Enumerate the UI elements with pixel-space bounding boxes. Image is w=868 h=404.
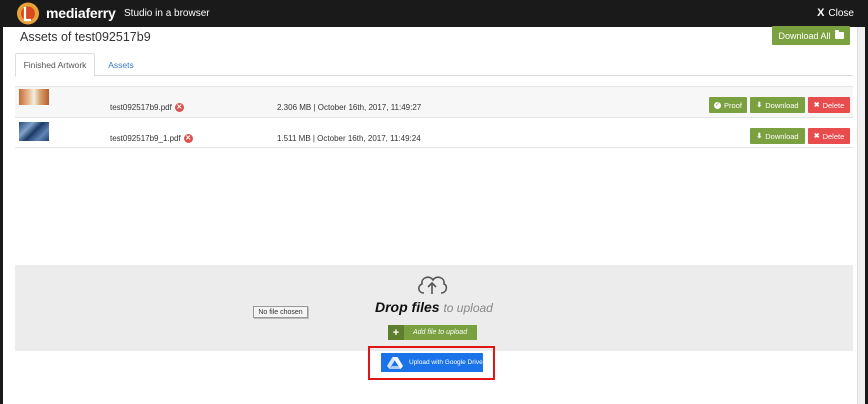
- delete-button[interactable]: ✖ Delete: [808, 97, 850, 113]
- download-label: Download: [765, 100, 799, 110]
- download-all-label: Download All: [778, 30, 831, 41]
- plus-icon: +: [388, 325, 404, 340]
- file-name: test092517b9.pdf ✕: [110, 103, 184, 112]
- mediaferry-logo-icon: [17, 2, 39, 25]
- folder-icon: [834, 30, 844, 39]
- delete-label: Delete: [822, 100, 845, 110]
- frame-left: [0, 27, 3, 404]
- close-icon: X: [817, 7, 825, 19]
- tab-finished-artwork[interactable]: Finished Artwork: [15, 53, 95, 77]
- drop-files-strong: Drop files: [375, 299, 440, 315]
- page-title: Assets of test092517b9: [20, 30, 151, 44]
- scrollbar-track[interactable]: [857, 27, 865, 404]
- proof-label: Proof: [724, 100, 742, 110]
- check-circle-icon: ✓: [714, 101, 722, 109]
- download-icon: ⬇: [756, 133, 763, 140]
- add-file-button[interactable]: + Add file to upload: [388, 325, 477, 340]
- download-all-button[interactable]: Download All: [772, 26, 850, 45]
- download-button[interactable]: ⬇ Download: [750, 97, 805, 113]
- cloud-upload-icon: [418, 276, 448, 294]
- google-drive-icon: [387, 356, 403, 369]
- drop-files-text: Drop files to upload: [375, 299, 493, 315]
- brand-tagline: Studio in a browser: [124, 8, 210, 19]
- download-icon: ⬇: [756, 102, 763, 109]
- file-thumbnail[interactable]: [19, 89, 49, 105]
- file-thumbnail[interactable]: [19, 122, 49, 141]
- download-label: Download: [765, 131, 799, 141]
- delete-x-icon: ✖: [813, 133, 820, 140]
- remove-file-icon[interactable]: ✕: [174, 103, 184, 112]
- drop-files-sub: to upload: [443, 301, 493, 315]
- file-name: test092517b9_1.pdf ✕: [110, 134, 193, 143]
- file-row: test092517b9_1.pdf ✕ 1.511 MB | October …: [15, 117, 853, 148]
- file-name-text: test092517b9_1.pdf: [110, 134, 181, 143]
- delete-x-icon: ✖: [813, 102, 820, 109]
- close-button[interactable]: X Close: [817, 7, 854, 19]
- google-drive-upload-button[interactable]: Upload with Google Drive: [381, 353, 483, 372]
- remove-file-icon[interactable]: ✕: [183, 134, 193, 143]
- file-meta: 1.511 MB | October 16th, 2017, 11:49:24: [277, 134, 421, 143]
- proof-button[interactable]: ✓ Proof: [709, 97, 747, 113]
- tab-assets[interactable]: Assets: [96, 53, 146, 77]
- google-drive-label: Upload with Google Drive: [409, 359, 483, 366]
- brand-name: mediaferry: [46, 5, 116, 21]
- close-label: Close: [828, 7, 854, 19]
- file-input[interactable]: No file chosen: [253, 306, 308, 318]
- file-row: test092517b9.pdf ✕ 2.306 MB | October 16…: [15, 86, 853, 117]
- app-topbar: mediaferry Studio in a browser X Close: [0, 0, 868, 27]
- delete-button[interactable]: ✖ Delete: [808, 128, 850, 144]
- tab-bar: Finished Artwork Assets: [15, 53, 853, 77]
- add-file-label: Add file to upload: [413, 329, 468, 336]
- file-name-text: test092517b9.pdf: [110, 103, 172, 112]
- file-meta: 2.306 MB | October 16th, 2017, 11:49:27: [277, 103, 422, 112]
- download-button[interactable]: ⬇ Download: [750, 128, 805, 144]
- delete-label: Delete: [822, 131, 845, 141]
